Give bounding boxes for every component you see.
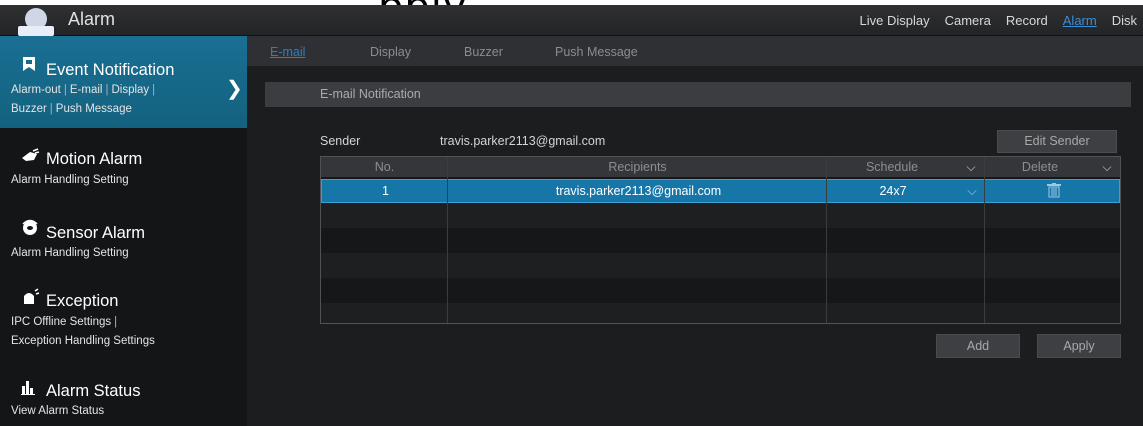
table-row-empty: [321, 253, 1120, 278]
column-divider: [826, 157, 827, 323]
sidebar-subitems: Alarm-out | E-mail | Display | Buzzer | Push Me…: [11, 84, 156, 115]
sidebar-item-event-notification[interactable]: Event Notification Alarm-out | E-mail | Disp…: [0, 36, 247, 128]
delete-cell: [986, 183, 1120, 201]
sidebar-subitems: IPC Offline Settings | Exception Handling…: [11, 316, 155, 347]
flag-icon: [23, 57, 35, 71]
column-divider: [447, 157, 448, 323]
table-row-empty: [321, 203, 1120, 228]
cell-no: 1: [382, 184, 389, 198]
motion-icon: [22, 148, 40, 161]
top-nav: Live Display Camera Record Alarm Disk: [860, 13, 1143, 28]
nav-alarm[interactable]: Alarm: [1063, 13, 1097, 28]
column-divider: [984, 157, 985, 323]
top-bar: Alarm Live Display Camera Record Alarm D…: [0, 5, 1143, 36]
chevron-down-icon[interactable]: ⌵: [962, 184, 982, 199]
tab-bar: E-mail Display Buzzer Push Message: [247, 36, 1143, 66]
chevron-down-icon[interactable]: ⌵: [1097, 160, 1117, 175]
sidebar: Event Notification Alarm-out | E-mail | Disp…: [0, 36, 247, 426]
sidebar-subitem[interactable]: Alarm Handling Setting: [11, 171, 129, 190]
sidebar-item-label: Alarm Status: [46, 382, 141, 400]
app-title: Alarm: [68, 9, 116, 29]
tab-buzzer[interactable]: Buzzer: [464, 45, 503, 59]
nav-disk[interactable]: Disk: [1112, 13, 1137, 28]
sidebar-item-alarm-status[interactable]: Alarm Status View Alarm Status: [0, 357, 247, 426]
sidebar-item-label: Exception: [46, 292, 119, 310]
col-no: No.: [374, 160, 395, 174]
sidebar-subitem[interactable]: Alarm Handling Setting: [11, 244, 129, 263]
table-row-empty: [321, 278, 1120, 303]
sub-exception-handling[interactable]: Exception Handling Settings: [11, 335, 155, 347]
tab-email[interactable]: E-mail: [270, 45, 305, 59]
chevron-down-icon[interactable]: ⌵: [961, 160, 981, 175]
main-panel: E-mail Display Buzzer Push Message E-mai…: [247, 36, 1143, 426]
sidebar-item-sensor-alarm[interactable]: Sensor Alarm Alarm Handling Setting: [0, 199, 247, 269]
table-row-empty: [321, 303, 1120, 323]
sidebar-item-label: Event Notification: [46, 61, 175, 79]
sender-value: travis.parker2113@gmail.com: [440, 134, 606, 148]
nav-live-display[interactable]: Live Display: [860, 13, 930, 28]
edit-sender-button[interactable]: Edit Sender: [997, 130, 1117, 153]
sidebar-item-label: Sensor Alarm: [46, 224, 146, 242]
add-button[interactable]: Add: [936, 334, 1020, 358]
cell-schedule[interactable]: 24x7: [828, 184, 958, 198]
sub-display[interactable]: Display: [111, 84, 149, 96]
table-row-empty: [321, 228, 1120, 253]
section-title: E-mail Notification: [320, 87, 421, 101]
sidebar-item-label: Motion Alarm: [46, 150, 143, 168]
bar-chart-icon: [21, 381, 35, 395]
tab-push-message[interactable]: Push Message: [555, 45, 638, 59]
section-header: E-mail Notification: [265, 82, 1131, 107]
nav-record[interactable]: Record: [1006, 13, 1048, 28]
recipients-table: No. Recipients Schedule ⌵ Delete ⌵ 1 tra…: [320, 156, 1121, 324]
sub-email[interactable]: E-mail: [70, 84, 103, 96]
sidebar-item-exception[interactable]: Exception IPC Offline Settings | Exceptio…: [0, 268, 247, 358]
col-delete: Delete: [1021, 160, 1059, 174]
sub-ipc-offline[interactable]: IPC Offline Settings: [11, 316, 111, 328]
apply-button[interactable]: Apply: [1037, 334, 1121, 358]
sidebar-subitem[interactable]: View Alarm Status: [11, 402, 104, 421]
table-row[interactable]: 1 travis.parker2113@gmail.com 24x7 ⌵: [321, 179, 1120, 203]
camera-dome-icon: [18, 8, 54, 36]
sender-label: Sender: [320, 134, 361, 148]
chevron-right-icon: ❯: [226, 78, 243, 100]
table-header: No. Recipients Schedule ⌵ Delete ⌵: [321, 157, 1120, 177]
sensor-icon: [22, 219, 38, 235]
sidebar-item-motion-alarm[interactable]: Motion Alarm Alarm Handling Setting: [0, 128, 247, 200]
col-recipients: Recipients: [608, 160, 667, 174]
alarm-light-icon: [24, 288, 40, 304]
nav-camera[interactable]: Camera: [945, 13, 991, 28]
cell-recipient: travis.parker2113@gmail.com: [555, 184, 722, 198]
col-schedule: Schedule: [865, 160, 919, 174]
sub-push-message[interactable]: Push Message: [56, 103, 132, 115]
sub-alarm-out[interactable]: Alarm-out: [11, 84, 61, 96]
sub-buzzer[interactable]: Buzzer: [11, 103, 47, 115]
tab-display[interactable]: Display: [370, 45, 411, 59]
trash-icon[interactable]: [1046, 183, 1062, 198]
